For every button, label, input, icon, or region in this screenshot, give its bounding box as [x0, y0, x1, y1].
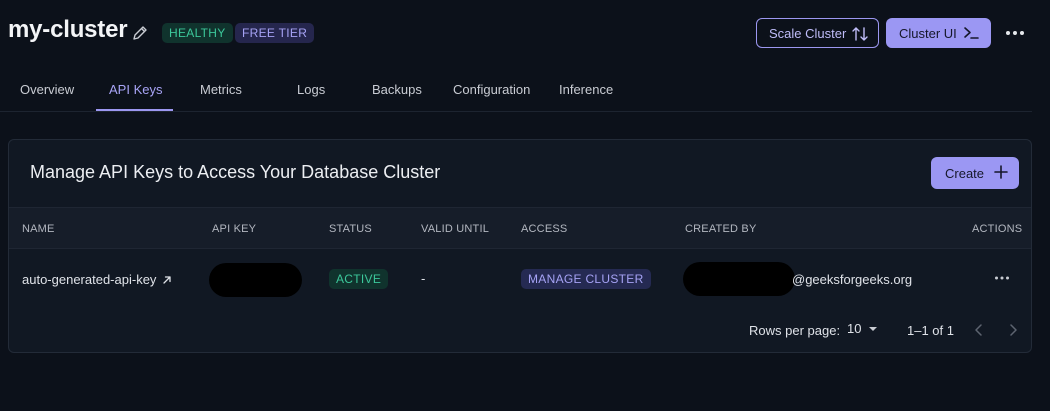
cluster-ui-button[interactable]: Cluster UI [886, 18, 991, 48]
valid-until-cell: - [421, 271, 426, 286]
column-header-access[interactable]: ACCESS [521, 223, 567, 235]
column-header-actions: ACTIONS [972, 223, 1023, 235]
column-header-api-key[interactable]: API KEY [212, 223, 256, 235]
tab-configuration[interactable]: Configuration [453, 82, 530, 97]
redacted-api-key [209, 263, 302, 297]
created-by-cell: @geeksforgeeks.org [792, 272, 913, 287]
column-header-name[interactable]: NAME [22, 223, 55, 235]
tab-logs[interactable]: Logs [297, 82, 325, 97]
pagination-range: 1–1 of 1 [907, 323, 954, 338]
status-badge: ACTIVE [329, 269, 389, 289]
chevron-left-icon[interactable] [972, 322, 986, 338]
chevron-down-icon [869, 326, 878, 331]
row-actions-icon[interactable] [994, 274, 1010, 282]
column-header-status[interactable]: STATUS [329, 223, 372, 235]
create-label: Create [945, 165, 985, 181]
scale-cluster-label: Scale Cluster [769, 25, 847, 41]
tier-badge: FREE TIER [235, 23, 315, 43]
card-title: Manage API Keys to Access Your Database … [30, 162, 441, 182]
tab-api-keys[interactable]: API Keys [109, 82, 162, 97]
terminal-icon [964, 27, 979, 39]
tab-bar: Overview API Keys Metrics Logs Backups C… [0, 66, 1032, 112]
api-keys-card: Manage API Keys to Access Your Database … [8, 139, 1032, 353]
api-key-name-cell[interactable]: auto-generated-api-key [22, 272, 172, 287]
swap-vertical-icon [852, 27, 868, 41]
health-badge: HEALTHY [162, 23, 233, 43]
access-badge: MANAGE CLUSTER [521, 269, 651, 289]
column-header-created-by[interactable]: CREATED BY [685, 223, 756, 235]
tab-inference[interactable]: Inference [559, 82, 613, 97]
external-link-icon[interactable] [162, 275, 172, 285]
chevron-right-icon[interactable] [1006, 322, 1020, 338]
column-header-valid-until[interactable]: VALID UNTIL [421, 223, 489, 235]
cluster-ui-label: Cluster UI [899, 25, 957, 41]
scale-cluster-button[interactable]: Scale Cluster [756, 18, 879, 48]
cluster-header: my-cluster HEALTHY FREE TIER Scale Clust… [0, 0, 1050, 66]
plus-icon [994, 165, 1008, 179]
rows-per-page-label: Rows per page: [749, 323, 841, 338]
rows-per-page-select[interactable]: 10 [847, 321, 878, 336]
tab-metrics[interactable]: Metrics [200, 82, 242, 97]
api-key-name: auto-generated-api-key [22, 272, 157, 287]
tab-overview[interactable]: Overview [20, 82, 74, 97]
rows-per-page-value: 10 [847, 321, 862, 336]
table-header: NAME API KEY STATUS VALID UNTIL ACCESS C… [9, 207, 1031, 249]
create-api-key-button[interactable]: Create [931, 157, 1019, 189]
redacted-creator [683, 262, 795, 296]
pencil-icon[interactable] [131, 24, 149, 42]
cluster-name: my-cluster [8, 16, 128, 43]
tab-backups[interactable]: Backups [372, 82, 422, 97]
active-tab-indicator [96, 109, 173, 111]
more-options-icon[interactable] [1004, 26, 1026, 40]
